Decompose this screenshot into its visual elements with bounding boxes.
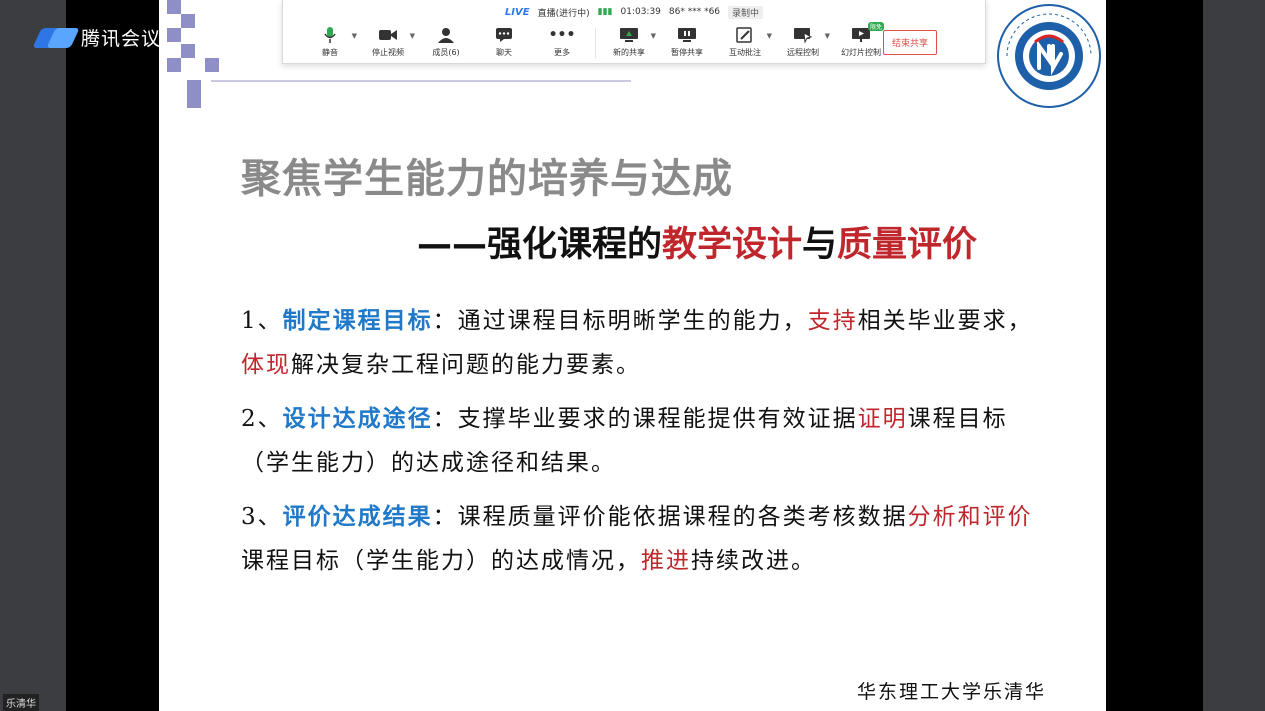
slide-title: 聚焦学生能力的培养与达成 (241, 156, 733, 202)
point-highlight: 证明 (857, 406, 908, 432)
signal-strength-icon: ▮▮▮ (597, 7, 613, 17)
point-number: 2、 (241, 406, 283, 432)
tool-label: 更多 (554, 48, 570, 57)
live-indicator: LIVE (504, 6, 530, 18)
remote-control-icon (793, 26, 813, 44)
point-text: 支撑毕业要求的课程能提供有效证据 (457, 406, 858, 432)
pause-share-button[interactable]: 暂停共享 (658, 26, 716, 58)
tool-label: 新的共享 (613, 48, 645, 57)
tool-label: 静音 (322, 48, 338, 57)
chevron-down-icon[interactable]: ▼ (651, 32, 656, 40)
tool-label: 幻灯片控制 (841, 48, 881, 57)
new-share-button[interactable]: ▼ 新的共享 (600, 26, 658, 58)
point-number: 3、 (241, 504, 283, 530)
end-share-button[interactable]: 结束共享 (882, 30, 937, 55)
tencent-meeting-logo-icon (32, 27, 80, 48)
more-button[interactable]: ••• 更多 (533, 26, 591, 58)
decor-square (167, 28, 181, 42)
chat-icon (495, 26, 513, 44)
members-icon (437, 26, 455, 44)
chevron-down-icon[interactable]: ▼ (352, 32, 357, 40)
decor-square (167, 58, 181, 72)
decor-square (181, 44, 195, 58)
point-text: 解决复杂工程问题的能力要素。 (291, 352, 641, 378)
annotate-icon (736, 26, 754, 44)
slide-subtitle: ——强化课程的教学设计与质量评价 (417, 216, 977, 267)
decor-line (211, 80, 631, 82)
university-logo-icon (997, 4, 1101, 108)
subtitle-highlight: 教学设计 (662, 225, 803, 265)
point-heading: 制定课程目标 (282, 308, 433, 334)
slide-control-button[interactable]: 限免 幻灯片控制 (832, 22, 890, 58)
free-badge: 限免 (867, 22, 884, 31)
meeting-duration: 01:03:39 (620, 7, 661, 17)
toolbar-divider (595, 28, 596, 58)
subtitle-highlight: 质量评价 (837, 225, 978, 265)
left-panel (0, 0, 66, 711)
more-icon: ••• (548, 27, 576, 43)
point-text: 课程目标（学生能力）的达成情况， (241, 548, 641, 574)
letterbox-right (1106, 0, 1203, 711)
tool-label: 聊天 (496, 48, 512, 57)
members-button[interactable]: 成员(6) (417, 26, 475, 58)
point-highlight: 体现 (241, 352, 291, 378)
chevron-down-icon[interactable]: ▼ (767, 32, 772, 40)
annotate-button[interactable]: ▼ 互动批注 (716, 26, 774, 58)
point-number: 1、 (241, 308, 283, 334)
mute-button[interactable]: ▼ 静音 (301, 26, 359, 58)
chevron-down-icon[interactable]: ▼ (410, 32, 415, 40)
app-brand: 腾讯会议 (32, 24, 162, 51)
decor-square (205, 58, 219, 72)
meeting-phone[interactable]: 86* *** *66 (669, 7, 720, 17)
point-text: 持续改进。 (691, 548, 816, 574)
point-colon: ： (432, 308, 458, 334)
remote-control-button[interactable]: ▼ 远程控制 (774, 26, 832, 58)
shared-slide: 聚焦学生能力的培养与达成 ——强化课程的教学设计与质量评价 1、制定课程目标：通… (159, 0, 1106, 711)
meeting-toolbar: LIVE 直播(进行中) ▮▮▮ 01:03:39 86* *** *66 录制… (282, 0, 986, 64)
point-text: 课程质量评价能依据课程的各类考核数据 (457, 504, 908, 530)
point-highlight: 支持 (807, 308, 858, 334)
tool-label: 成员(6) (432, 48, 460, 57)
tool-label: 暂停共享 (671, 48, 703, 57)
point-highlight: 推进 (641, 548, 691, 574)
slide-footer-credit: 华东理工大学乐清华 (857, 681, 1047, 703)
point-heading: 设计达成途径 (282, 406, 433, 432)
pause-share-icon (677, 26, 697, 44)
point-colon: ： (432, 504, 458, 530)
letterbox-left (66, 0, 159, 711)
live-status[interactable]: 直播(进行中) (538, 6, 590, 19)
subtitle-prefix: ——强化课程的 (417, 225, 663, 265)
toolbar-buttons: ▼ 静音 ▼ 停止视频 成员(6) 聊天 ••• 更多 ▼ 新的共享 暂停共享 … (301, 22, 890, 58)
point-highlight: 分析和评价 (907, 504, 1033, 530)
chat-button[interactable]: 聊天 (475, 26, 533, 58)
subtitle-mid: 与 (802, 225, 838, 265)
point-text: 相关毕业要求， (857, 308, 1033, 334)
app-name: 腾讯会议 (81, 28, 162, 50)
point-text: 通过课程目标明晰学生的能力， (457, 308, 808, 334)
stop-video-button[interactable]: ▼ 停止视频 (359, 26, 417, 58)
recording-status[interactable]: 录制中 (728, 5, 764, 19)
point-colon: ： (432, 406, 458, 432)
tool-label: 停止视频 (372, 48, 404, 57)
point-3: 3、评价达成结果：课程质量评价能依据课程的各类考核数据分析和评价课程目标（学生能… (241, 495, 1041, 583)
chevron-down-icon[interactable]: ▼ (825, 32, 830, 40)
decor-square (181, 14, 195, 28)
point-2: 2、设计达成途径：支撑毕业要求的课程能提供有效证据证明课程目标（学生能力）的达成… (241, 397, 1041, 485)
point-1: 1、制定课程目标：通过课程目标明晰学生的能力，支持相关毕业要求， 体现解决复杂工程… (241, 299, 1041, 387)
microphone-icon (323, 26, 337, 44)
tool-label: 互动批注 (729, 48, 761, 57)
point-heading: 评价达成结果 (282, 504, 433, 530)
decor-square (167, 0, 181, 14)
meeting-status-bar: LIVE 直播(进行中) ▮▮▮ 01:03:39 86* *** *66 录制… (283, 4, 985, 20)
tool-label: 远程控制 (787, 48, 819, 57)
right-panel (1203, 0, 1265, 711)
decor-square (187, 80, 201, 108)
video-camera-icon (378, 26, 398, 44)
share-screen-icon (619, 26, 639, 44)
participant-name: 乐清华 (3, 694, 39, 711)
